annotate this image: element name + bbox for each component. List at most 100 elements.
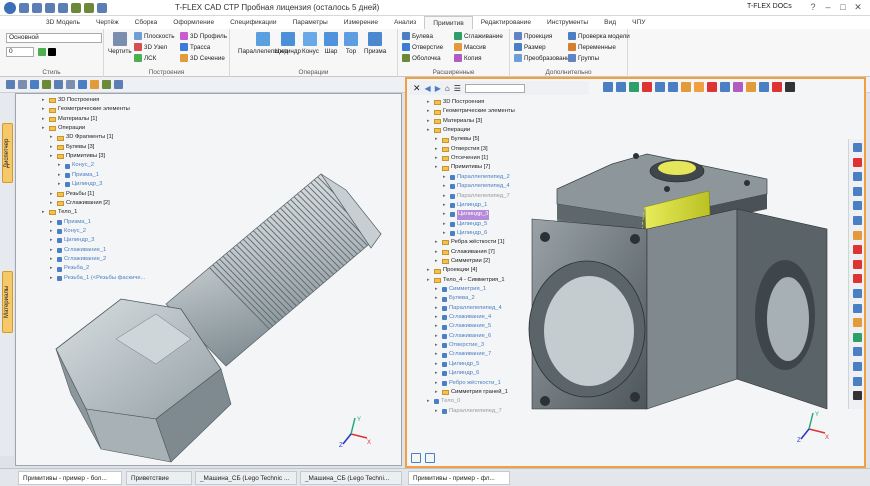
side-tool-icon-8[interactable] xyxy=(853,259,862,269)
draw-button[interactable]: Чертить xyxy=(108,32,132,55)
op-button-4[interactable]: Тор xyxy=(344,32,358,55)
view-tool-icon-2[interactable] xyxy=(30,80,39,89)
expand-toggle-icon[interactable]: ▸ xyxy=(443,220,448,229)
tree-item[interactable]: ▸ Сглаживание_1 xyxy=(50,246,106,255)
tab-materials[interactable]: Материалы xyxy=(2,271,13,333)
tree-item[interactable]: ▸ Симметрия граней_1 xyxy=(435,388,508,397)
tree-item[interactable]: ▸ Булевы [5] xyxy=(435,135,479,144)
split-icon[interactable] xyxy=(425,453,435,463)
tree-item[interactable]: ▸ Операции xyxy=(427,126,470,135)
tree-item[interactable]: ▸ Материалы [1] xyxy=(42,115,97,124)
addbtns-item-3[interactable]: Проверка модели xyxy=(568,32,630,40)
tree-item[interactable]: ▸ Булевы [3] xyxy=(50,143,94,152)
undo-icon[interactable] xyxy=(71,3,81,13)
side-tool-icon-9[interactable] xyxy=(853,274,862,284)
side-tool-icon-13[interactable] xyxy=(853,332,862,342)
doc-tab-lego-1[interactable]: _Машина_СБ (Lego Technic ... xyxy=(195,471,297,485)
addbtns-item-0[interactable]: Проекция xyxy=(514,32,552,40)
expand-toggle-icon[interactable]: ▸ xyxy=(42,115,47,124)
expand-toggle-icon[interactable]: ▸ xyxy=(435,145,440,154)
help-icon[interactable]: ? xyxy=(806,1,820,14)
side-tool-icon-6[interactable] xyxy=(853,230,862,240)
tree-item[interactable]: ▸ Сглаживание_4 xyxy=(435,313,491,322)
expand-toggle-icon[interactable]: ▸ xyxy=(435,248,440,257)
side-tool-icon-5[interactable] xyxy=(853,216,862,225)
expand-toggle-icon[interactable]: ▸ xyxy=(435,350,440,359)
tab-7[interactable]: Анализ xyxy=(386,16,424,29)
tree-item[interactable]: ▸ Параллелепипед_4 xyxy=(443,182,510,191)
tab-12[interactable]: ЧПУ xyxy=(624,16,653,29)
right-viewport[interactable]: ✕ ◀ ▶ ⌂ ☰ ▸ 3D Построения ▸ Геометрическ… xyxy=(405,77,866,468)
expand-toggle-icon[interactable]: ▸ xyxy=(427,98,432,107)
expand-toggle-icon[interactable]: ▸ xyxy=(50,143,55,152)
side-tool-icon-16[interactable] xyxy=(853,376,862,386)
side-tool-icon-11[interactable] xyxy=(853,303,862,313)
tree-item[interactable]: ▸ Цилиндр_3 xyxy=(50,236,94,245)
tab-11[interactable]: Вид xyxy=(596,16,624,29)
view-tool-icon-6[interactable] xyxy=(78,80,87,89)
tree-item[interactable]: ▸ Материалы [3] xyxy=(427,117,482,126)
tree-item[interactable]: ▸ Операции xyxy=(42,124,85,133)
expand-toggle-icon[interactable]: ▸ xyxy=(435,285,440,294)
extbtns-item-3[interactable]: Сглаживание xyxy=(454,32,503,40)
tree-item[interactable]: ▸ Призма_1 xyxy=(58,171,99,180)
expand-toggle-icon[interactable]: ▸ xyxy=(42,208,47,217)
tab-6[interactable]: Измерение xyxy=(336,16,386,29)
expand-toggle-icon[interactable]: ▸ xyxy=(50,255,55,264)
expand-toggle-icon[interactable]: ▸ xyxy=(435,304,440,313)
expand-toggle-icon[interactable]: ▸ xyxy=(58,161,63,170)
side-tool-icon-12[interactable] xyxy=(853,318,862,328)
doc-tab-flange[interactable]: Примитивы - пример - фл... xyxy=(408,471,510,485)
expand-toggle-icon[interactable]: ▸ xyxy=(435,369,440,378)
expand-toggle-icon[interactable]: ▸ xyxy=(50,236,55,245)
side-tool-icon-10[interactable] xyxy=(853,289,862,298)
tree-item[interactable]: ▸ Тело_4 - Симметрия_1 xyxy=(427,276,505,285)
tab-8[interactable]: Примитив xyxy=(424,16,473,29)
expand-toggle-icon[interactable]: ▸ xyxy=(443,201,448,210)
extbtns-item-5[interactable]: Копия xyxy=(454,54,482,62)
expand-toggle-icon[interactable]: ▸ xyxy=(443,192,448,201)
expand-toggle-icon[interactable]: ▸ xyxy=(58,171,63,180)
view-tool-icon-0[interactable] xyxy=(6,80,15,89)
tree-item[interactable]: ▸ Ребро жёсткости_1 xyxy=(435,379,501,388)
view-tool-icon-4[interactable] xyxy=(54,80,63,89)
expand-toggle-icon[interactable]: ▸ xyxy=(427,126,432,135)
tree-item[interactable]: ▸ Цилиндр_3 xyxy=(443,210,490,220)
tree-item[interactable]: ▸ Сглаживания [7] xyxy=(435,248,495,257)
expand-toggle-icon[interactable]: ▸ xyxy=(50,246,55,255)
save-icon[interactable] xyxy=(45,3,55,13)
section-button[interactable]: 3D Сечение xyxy=(180,54,225,62)
plane-button[interactable]: Плоскость xyxy=(134,32,175,40)
doc-tab-lego-2[interactable]: _Машина_СБ (Lego Techni... xyxy=(300,471,402,485)
addbtns-item-1[interactable]: Размер xyxy=(514,43,546,51)
left-viewport[interactable]: ▸ 3D Построения ▸ Геометрические элементы ▸ М… xyxy=(15,93,402,466)
tab-1[interactable]: Чертёж xyxy=(88,16,127,29)
expand-toggle-icon[interactable]: ▸ xyxy=(443,173,448,182)
view-tool-icon-8[interactable] xyxy=(102,80,111,89)
expand-toggle-icon[interactable]: ▸ xyxy=(435,154,440,163)
redo-icon[interactable] xyxy=(84,3,94,13)
expand-toggle-icon[interactable]: ▸ xyxy=(435,379,440,388)
expand-toggle-icon[interactable]: ▸ xyxy=(50,218,55,227)
expand-toggle-icon[interactable]: ▸ xyxy=(435,163,440,172)
doc-tab-bolt[interactable]: Примитивы - пример - бол... xyxy=(18,471,122,485)
side-tool-icon-7[interactable] xyxy=(853,245,862,255)
tree-item[interactable]: ▸ Конус_2 xyxy=(50,227,86,236)
tab-5[interactable]: Параметры xyxy=(285,16,336,29)
close-button[interactable]: ✕ xyxy=(851,1,865,14)
view-tool-icon-7[interactable] xyxy=(90,80,99,89)
side-tool-icon-17[interactable] xyxy=(853,391,862,401)
expand-toggle-icon[interactable]: ▸ xyxy=(435,332,440,341)
expand-toggle-icon[interactable]: ▸ xyxy=(435,341,440,350)
expand-toggle-icon[interactable]: ▸ xyxy=(443,182,448,191)
trace-button[interactable]: Трасса xyxy=(180,43,210,51)
expand-toggle-icon[interactable]: ▸ xyxy=(42,124,47,133)
tree-item[interactable]: ▸ Отсечения [1] xyxy=(435,154,488,163)
expand-toggle-icon[interactable]: ▸ xyxy=(443,210,448,219)
tab-10[interactable]: Инструменты xyxy=(539,16,596,29)
tree-item[interactable]: ▸ 3D Построения xyxy=(427,98,484,107)
tree-item[interactable]: ▸ Призма_1 xyxy=(50,218,91,227)
tree-item[interactable]: ▸ Цилиндр_5 xyxy=(435,360,479,369)
expand-toggle-icon[interactable]: ▸ xyxy=(435,360,440,369)
tree-item[interactable]: ▸ Геометрические элементы xyxy=(427,107,515,116)
